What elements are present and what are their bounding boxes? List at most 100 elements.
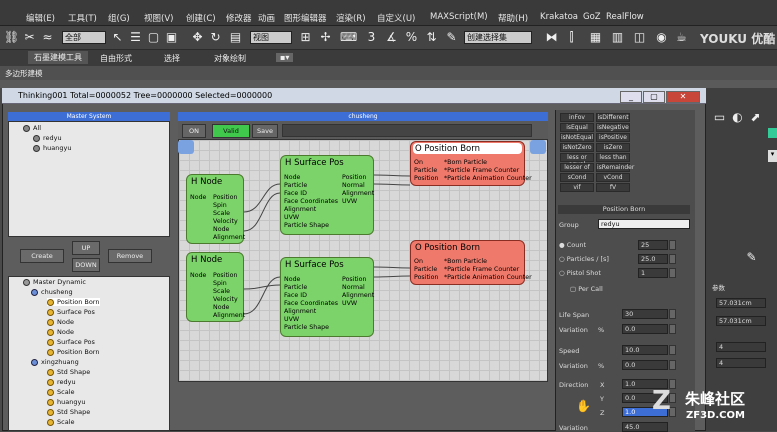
port-label[interactable]: *Born Particle (444, 258, 487, 265)
port-label[interactable]: Position (342, 276, 367, 283)
scale-icon[interactable]: ▤ (228, 30, 243, 45)
material-editor-icon[interactable]: ◉ (654, 30, 669, 45)
particles-field[interactable]: 25.0 (638, 254, 668, 264)
port-label[interactable]: Spin (213, 280, 227, 287)
select-by-name-icon[interactable]: ☰ (128, 30, 143, 45)
condition-button[interactable]: vCond (596, 173, 630, 182)
count-spinner[interactable] (669, 240, 676, 250)
edit-named-sets-icon[interactable]: ✎ (444, 30, 459, 45)
polygon-modeling-label[interactable]: 多边形建模 (5, 68, 43, 79)
mirror-icon[interactable]: ⧓ (544, 30, 559, 45)
port-label[interactable]: Particle Shape (284, 222, 329, 229)
condition-button[interactable]: isEqual (560, 123, 594, 132)
select-manipulate-icon[interactable]: ✢ (318, 30, 333, 45)
bind-icon[interactable]: ≈ (40, 30, 55, 45)
ribbon-options-icon[interactable]: ▪▾ (276, 53, 294, 62)
port-label[interactable]: Velocity (213, 218, 238, 225)
port-label[interactable]: Particle (284, 284, 307, 291)
condition-button[interactable]: vif (560, 183, 594, 192)
port-label[interactable]: Node (284, 174, 300, 181)
menu-edit[interactable]: 编辑(E) (26, 12, 55, 24)
selection-filter-dropdown[interactable]: 全部 (62, 31, 106, 44)
menu-tools[interactable]: 工具(T) (68, 12, 97, 24)
menu-maxscript[interactable]: MAXScript(M) (430, 12, 488, 22)
surface-pos-node-1[interactable]: H Surface Pos Node Particle Face ID Face… (280, 155, 374, 235)
port-label[interactable]: Alignment (342, 292, 374, 299)
port-label[interactable]: *Particle Frame Counter (444, 266, 519, 273)
section-header[interactable]: Position Born (558, 205, 690, 214)
menu-goz[interactable]: GoZ (583, 12, 601, 22)
port-label[interactable]: Node (284, 276, 300, 283)
tab-object-paint[interactable]: 对象绘制 (214, 53, 246, 64)
group-dropdown[interactable]: redyu (598, 219, 690, 229)
speed-field[interactable]: 10.0 (622, 345, 668, 355)
graphite-toggle-icon[interactable]: ▥ (610, 30, 625, 45)
menu-krakatoa[interactable]: Krakatoa (540, 12, 578, 22)
surface-pos-node-2[interactable]: H Surface Pos Node Particle Face ID Face… (280, 257, 374, 337)
pin-stack-icon[interactable]: ✎ (744, 250, 759, 265)
tree-item[interactable]: xingzhuang (31, 358, 79, 366)
down-button[interactable]: DOWN (72, 258, 100, 272)
condition-button[interactable]: isRemainder (596, 163, 634, 172)
tree-item[interactable]: redyu (33, 134, 62, 142)
menu-rendering[interactable]: 渲染(R) (336, 12, 366, 24)
port-label[interactable]: Spin (213, 202, 227, 209)
port-label[interactable]: Position (213, 272, 238, 279)
pistol-spinner[interactable] (669, 268, 676, 278)
tree-item[interactable]: Position Born (47, 348, 100, 356)
rotate-icon[interactable]: ↻ (208, 30, 223, 45)
layer-manager-icon[interactable]: ▦ (588, 30, 603, 45)
port-label[interactable]: Face Coordinates (284, 300, 338, 307)
keyboard-shortcut-icon[interactable]: ⌨ (340, 30, 357, 45)
snap-icon[interactable]: 3 (364, 30, 379, 45)
angle-snap-icon[interactable]: ∡ (384, 30, 399, 45)
condition-button[interactable]: fV (596, 183, 630, 192)
speed-spinner[interactable] (669, 345, 676, 355)
modifier-dropdown-arrow[interactable]: ▾ (768, 150, 777, 162)
tree-item[interactable]: chusheng (31, 288, 73, 296)
port-label[interactable]: Alignment (213, 312, 245, 319)
condition-button[interactable]: isNegative (596, 123, 630, 132)
port-label[interactable]: Velocity (213, 296, 238, 303)
condition-button[interactable]: isNotZero (560, 143, 594, 152)
port-label[interactable]: Normal (342, 182, 365, 189)
curve-editor-icon[interactable]: ◫ (632, 30, 647, 45)
h-node-2[interactable]: H Node Node Position Spin Scale Velocity… (186, 252, 245, 322)
port-label[interactable]: UVW (284, 214, 299, 221)
condition-button[interactable]: isNotEqual (560, 133, 594, 142)
port-label[interactable]: Face ID (284, 190, 307, 197)
on-button[interactable]: ON (182, 124, 206, 138)
condition-button[interactable]: isPositive (596, 133, 630, 142)
hierarchy-panel-icon[interactable]: ⬈ (748, 110, 763, 125)
rect-select-icon[interactable]: ▢ (146, 30, 161, 45)
particles-spinner[interactable] (669, 254, 676, 264)
minimize-button[interactable]: _ (620, 91, 642, 103)
menu-modifiers[interactable]: 修改器 (226, 12, 252, 24)
tree-item[interactable]: Std Shape (47, 368, 90, 376)
tree-item[interactable]: Position Born (47, 298, 100, 306)
condition-button[interactable]: isDifferent (596, 113, 630, 122)
percent-snap-icon[interactable]: % (404, 30, 419, 45)
pivot-icon[interactable]: ⊞ (298, 30, 313, 45)
condition-button[interactable]: isZero (596, 143, 630, 152)
save-button[interactable]: Save (252, 124, 278, 138)
condition-button[interactable]: less or equal (560, 153, 594, 168)
tree-item[interactable]: redyu (47, 378, 76, 386)
select-icon[interactable]: ↖ (110, 30, 125, 45)
condition-button[interactable]: inFov (560, 113, 594, 122)
named-selection-dropdown[interactable]: 创建选择集 (464, 31, 532, 44)
port-label[interactable]: Scale (213, 210, 230, 217)
port-label[interactable]: UVW (284, 316, 299, 323)
menu-view[interactable]: 视图(V) (144, 12, 173, 24)
window-crossing-icon[interactable]: ▣ (164, 30, 179, 45)
port-label[interactable]: Particle (414, 167, 437, 174)
tree-item[interactable]: Master Dynamic (23, 278, 86, 286)
tab-selection[interactable]: 选择 (164, 53, 180, 64)
speed-variation-spinner[interactable] (669, 360, 676, 370)
port-label[interactable]: UVW (342, 198, 357, 205)
port-label[interactable]: Alignment (213, 234, 245, 241)
maximize-button[interactable]: ▢ (643, 91, 665, 103)
position-born-node-2[interactable]: O Position Born On Particle Position *Bo… (410, 240, 532, 285)
life-variation-spinner[interactable] (669, 324, 676, 334)
port-label[interactable]: *Particle Animation Counter (444, 175, 532, 182)
